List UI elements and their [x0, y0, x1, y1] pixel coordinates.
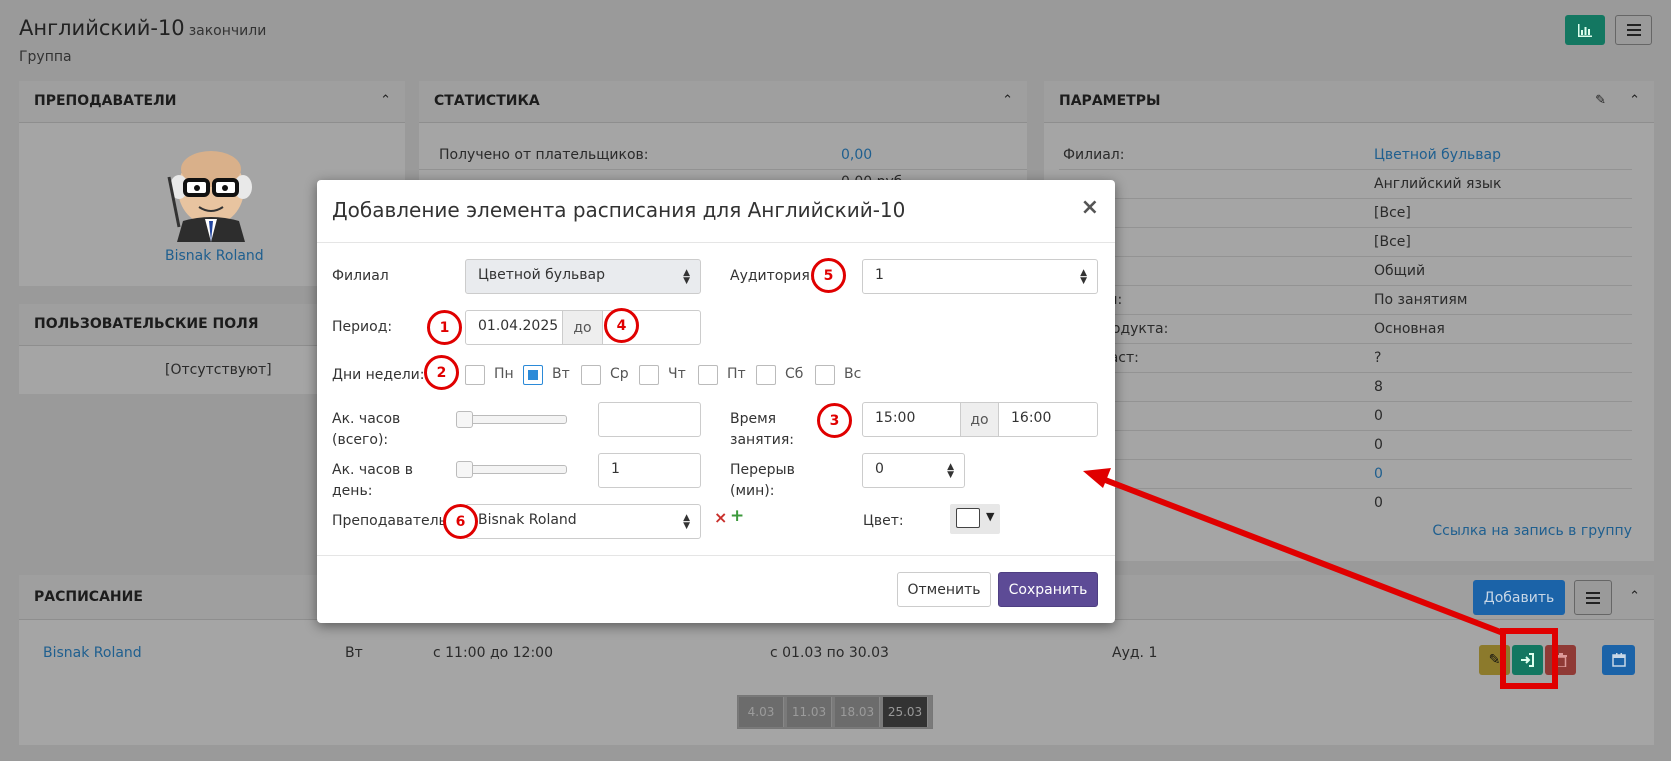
annotation-badge-2: 2	[424, 355, 459, 390]
annotation-arrow	[1083, 468, 1558, 689]
annotation-badge-6: 6	[443, 504, 478, 539]
annotation-badge-5: 5	[811, 258, 846, 293]
annotation-badge-3: 3	[817, 403, 852, 438]
annotation-badge-4: 4	[604, 308, 639, 343]
annotation-badge-1: 1	[427, 310, 462, 345]
